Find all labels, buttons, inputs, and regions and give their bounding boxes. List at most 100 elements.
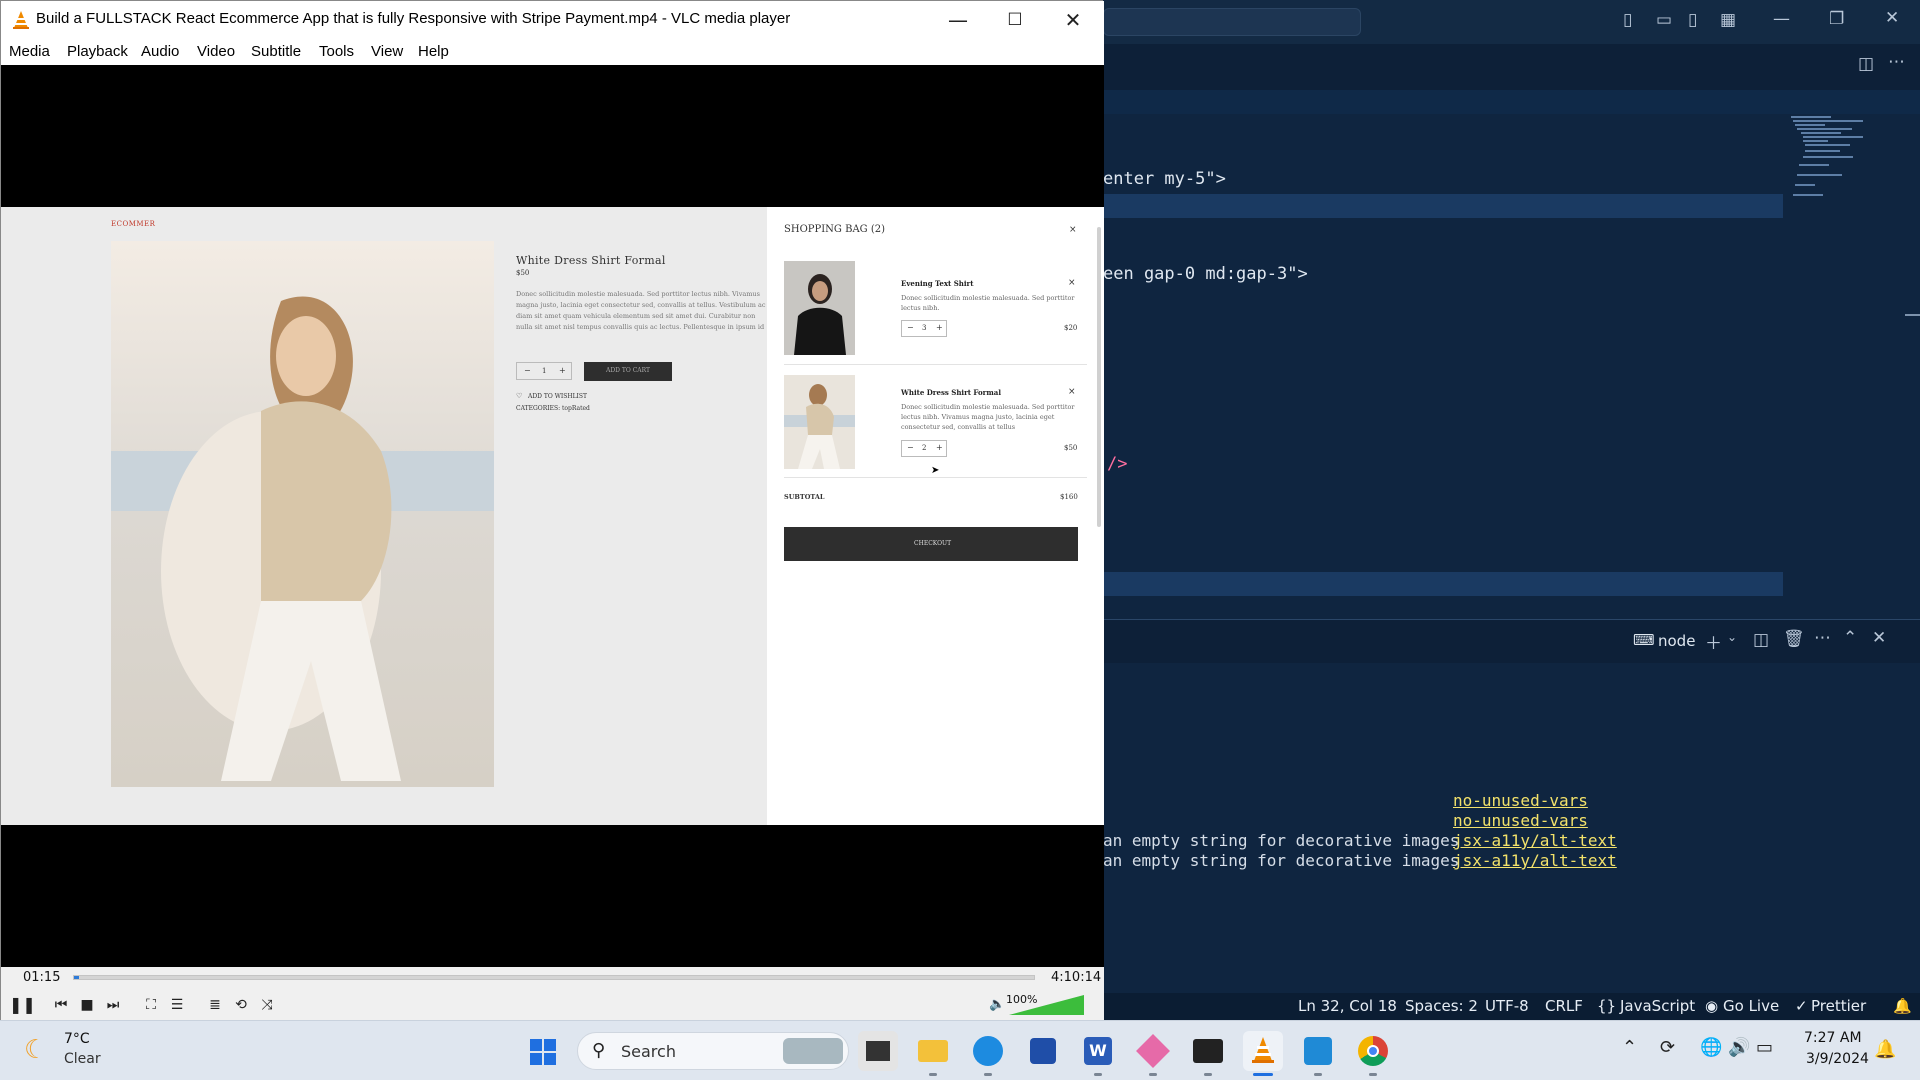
broadcast-icon: ◉ <box>1705 997 1719 1015</box>
volume-slider[interactable] <box>1009 995 1084 1015</box>
more-actions-icon[interactable]: ⋯ <box>1814 628 1831 648</box>
toggle-panel-icon[interactable]: ▭ <box>1656 10 1672 30</box>
code-editor[interactable]: enter my-5"> een gap-0 md:gap-3"> /> <box>1103 114 1783 619</box>
item-qty-stepper: − 3 + <box>901 320 947 337</box>
vlc-window: Build a FULLSTACK React Ecommerce App th… <box>0 0 1104 1021</box>
loop-button[interactable]: ⟲ <box>229 994 253 1016</box>
fullscreen-button[interactable]: ⛶ <box>139 994 163 1016</box>
search-label: Search <box>621 1042 676 1061</box>
terminal-app-icon[interactable] <box>1188 1031 1228 1071</box>
code-line: /> <box>1107 454 1128 474</box>
volume-icon[interactable]: 🔊 <box>1728 1037 1750 1058</box>
minimize-button[interactable]: — <box>929 1 987 39</box>
prettier-button[interactable]: Prettier <box>1811 997 1866 1015</box>
task-view-icon[interactable] <box>858 1031 898 1071</box>
item-price: $50 <box>1064 444 1078 452</box>
notification-bell-icon[interactable]: 🔔 <box>1874 1039 1896 1060</box>
close-icon[interactable]: ✕ <box>1885 8 1899 28</box>
playlist-button[interactable]: ≣ <box>203 994 227 1016</box>
maximize-panel-icon[interactable]: ⌃ <box>1843 628 1857 648</box>
minimap[interactable] <box>1783 114 1903 619</box>
split-editor-icon[interactable]: ◫ <box>1858 54 1874 74</box>
taskbar-search[interactable]: ⚲ Search <box>577 1032 849 1070</box>
encoding[interactable]: UTF-8 <box>1485 997 1529 1015</box>
network-globe-icon[interactable]: 🌐 <box>1700 1037 1722 1058</box>
terminal[interactable]: no-unused-vars no-unused-vars an empty s… <box>1103 663 1920 993</box>
close-panel-icon[interactable]: ✕ <box>1872 628 1886 648</box>
lint-rule-link[interactable]: no-unused-vars <box>1453 811 1588 830</box>
clock-date[interactable]: 3/9/2024 <box>1806 1051 1869 1067</box>
maximize-button[interactable]: ☐ <box>986 1 1044 39</box>
menu-video[interactable]: Video <box>197 43 235 60</box>
add-to-cart-button: ADD TO CART <box>584 362 672 381</box>
language-mode[interactable]: JavaScript <box>1620 997 1695 1015</box>
cursor-position[interactable]: Ln 32, Col 18 <box>1298 997 1397 1015</box>
window-title: Build a FULLSTACK React Ecommerce App th… <box>36 10 791 27</box>
menu-subtitle[interactable]: Subtitle <box>251 43 301 60</box>
video-frame: ECOMMER White Dress Shirt Formal $50 Don… <box>1 207 1104 825</box>
file-explorer-icon[interactable] <box>913 1031 953 1071</box>
customize-layout-icon[interactable]: ▦ <box>1720 10 1736 30</box>
speaker-icon[interactable]: 🔈 <box>989 997 1005 1012</box>
go-live-button[interactable]: Go Live <box>1723 997 1779 1015</box>
chrome-icon[interactable] <box>1353 1031 1393 1071</box>
braces-icon: {} <box>1597 997 1617 1015</box>
clock-time[interactable]: 7:27 AM <box>1804 1030 1862 1046</box>
previous-button[interactable]: ⏮ <box>49 994 73 1016</box>
menu-playback[interactable]: Playback <box>67 43 128 60</box>
editor-scrollbar[interactable] <box>1903 114 1920 619</box>
seek-bar[interactable] <box>73 975 1035 980</box>
bell-icon[interactable]: 🔔 <box>1893 997 1912 1015</box>
chevron-down-icon[interactable]: ⌄ <box>1727 630 1737 644</box>
subtotal-label: SUBTOTAL <box>784 493 825 501</box>
item-qty-stepper: − 2 + <box>901 440 947 457</box>
seek-bar-fill <box>74 976 79 979</box>
vlc-taskbar-icon[interactable] <box>1243 1031 1283 1071</box>
windows-start-icon[interactable] <box>529 1038 557 1066</box>
lint-rule-link[interactable]: jsx-a11y/alt-text <box>1453 831 1617 850</box>
toggle-primary-sidebar-icon[interactable]: ▯ <box>1623 10 1632 30</box>
restore-icon[interactable]: ❐ <box>1829 9 1844 29</box>
sync-icon[interactable]: ⟳ <box>1660 1037 1675 1058</box>
time-current: 01:15 <box>23 970 61 985</box>
next-button[interactable]: ⏭ <box>101 994 125 1016</box>
subtotal-value: $160 <box>1060 493 1078 501</box>
command-center[interactable] <box>1103 8 1361 36</box>
moon-icon: ☾ <box>24 1035 48 1065</box>
menu-view[interactable]: View <box>371 43 403 60</box>
split-terminal-icon[interactable]: ◫ <box>1753 630 1769 650</box>
extended-settings-button[interactable]: ☰ <box>165 994 189 1016</box>
lint-rule-link[interactable]: no-unused-vars <box>1453 791 1588 810</box>
battery-icon[interactable]: ▭ <box>1756 1037 1773 1058</box>
close-button[interactable]: ✕ <box>1044 1 1102 39</box>
menu-tools[interactable]: Tools <box>319 43 354 60</box>
chevron-up-icon[interactable]: ⌃ <box>1622 1037 1637 1058</box>
menu-audio[interactable]: Audio <box>141 43 179 60</box>
vlc-cone-icon <box>13 11 29 29</box>
search-icon: ⚲ <box>592 1040 606 1061</box>
new-terminal-icon[interactable]: ＋ <box>1705 629 1722 654</box>
terminal-icon: ⌨ <box>1633 631 1655 649</box>
pinned-app-icon[interactable] <box>1133 1031 1173 1071</box>
edge-icon[interactable] <box>968 1031 1008 1071</box>
stop-button[interactable]: ■ <box>75 994 99 1016</box>
menu-media[interactable]: Media <box>9 43 50 60</box>
video-area[interactable]: ECOMMER White Dress Shirt Formal $50 Don… <box>1 65 1104 967</box>
weather-desc[interactable]: Clear <box>64 1051 101 1067</box>
minimize-icon[interactable]: — <box>1773 9 1790 29</box>
toggle-secondary-sidebar-icon[interactable]: ▯ <box>1688 10 1697 30</box>
trash-icon[interactable]: 🗑 <box>1783 629 1805 649</box>
terminal-shell-label[interactable]: node <box>1658 632 1695 650</box>
vscode-taskbar-icon[interactable] <box>1298 1031 1338 1071</box>
indentation[interactable]: Spaces: 2 <box>1405 997 1478 1015</box>
weather-temp[interactable]: 7°C <box>64 1031 90 1047</box>
code-line: enter my-5"> <box>1103 169 1226 189</box>
lint-rule-link[interactable]: jsx-a11y/alt-text <box>1453 851 1617 870</box>
shuffle-button[interactable]: ⤨ <box>255 994 279 1016</box>
word-icon[interactable]: W <box>1078 1031 1118 1071</box>
menu-help[interactable]: Help <box>418 43 449 60</box>
store-icon[interactable] <box>1023 1031 1063 1071</box>
line-ending[interactable]: CRLF <box>1545 997 1583 1015</box>
pause-button[interactable]: ❚❚ <box>9 994 36 1016</box>
more-actions-icon[interactable]: ⋯ <box>1888 52 1905 72</box>
